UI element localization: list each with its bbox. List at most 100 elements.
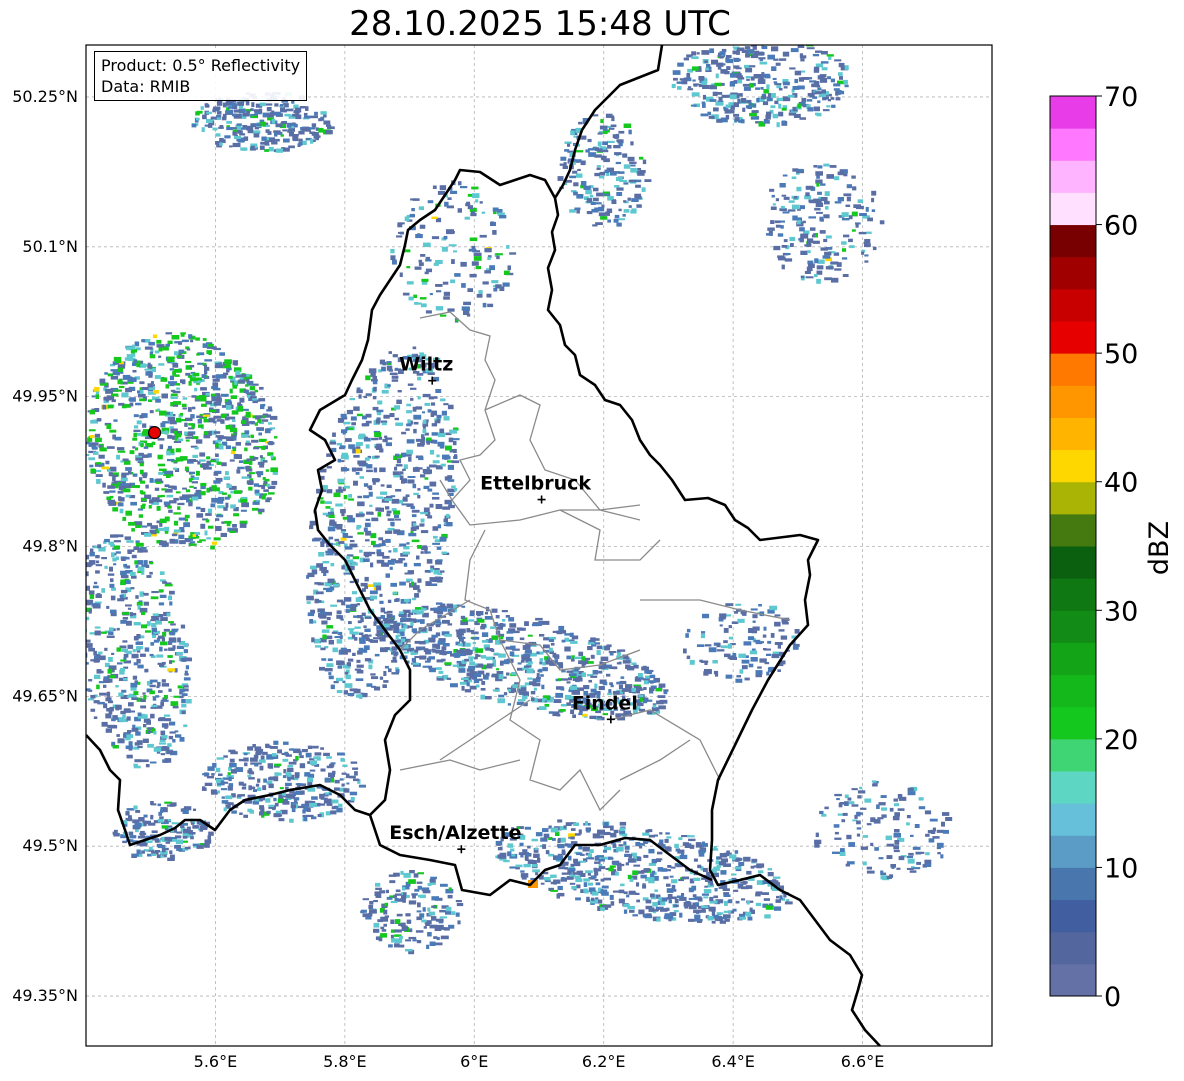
echo-cell bbox=[205, 513, 212, 516]
echo-cell bbox=[777, 643, 781, 649]
echo-cell bbox=[625, 850, 630, 853]
echo-cell bbox=[567, 143, 571, 147]
echo-cell bbox=[569, 882, 576, 885]
echo-cell bbox=[287, 777, 291, 782]
echo-cell bbox=[461, 685, 465, 691]
echo-cell bbox=[107, 404, 114, 409]
echo-cell bbox=[173, 369, 182, 373]
echo-cell bbox=[226, 369, 230, 373]
echo-cell bbox=[220, 532, 227, 537]
echo-cell bbox=[247, 746, 254, 751]
echo-cell bbox=[472, 642, 476, 645]
echo-cell bbox=[353, 615, 358, 618]
echo-cell bbox=[316, 563, 323, 568]
echo-cell bbox=[356, 669, 364, 674]
echo-cell bbox=[569, 632, 574, 637]
echo-cell bbox=[709, 896, 714, 902]
echo-cell bbox=[593, 187, 599, 192]
echo-cell bbox=[142, 431, 150, 436]
echo-cell bbox=[623, 200, 627, 203]
echo-cell bbox=[476, 294, 483, 298]
echo-cell bbox=[329, 441, 337, 445]
echo-cell bbox=[742, 612, 747, 616]
echo-cell bbox=[173, 695, 180, 698]
echo-cell bbox=[771, 194, 775, 198]
echo-cell bbox=[379, 676, 384, 680]
echo-cell bbox=[542, 828, 549, 833]
echo-cell bbox=[570, 685, 578, 690]
echo-cell bbox=[582, 846, 590, 852]
echo-cell bbox=[576, 173, 583, 178]
echo-cell bbox=[654, 889, 658, 892]
echo-cell bbox=[712, 660, 718, 664]
echo-cell bbox=[172, 363, 179, 368]
echo-cell bbox=[331, 806, 337, 810]
echo-cell bbox=[239, 812, 243, 815]
echo-cell bbox=[683, 57, 689, 61]
echo-cell bbox=[761, 892, 769, 895]
echo-cell bbox=[763, 89, 769, 94]
echo-cell bbox=[111, 652, 115, 655]
echo-cell bbox=[846, 196, 851, 202]
echo-cell bbox=[405, 428, 410, 431]
echo-cell bbox=[723, 628, 729, 633]
echo-cell bbox=[578, 873, 585, 876]
echo-cell bbox=[203, 418, 209, 423]
echo-cell bbox=[777, 255, 785, 259]
echo-cell bbox=[365, 375, 371, 381]
echo-cell bbox=[711, 921, 716, 924]
echo-cell bbox=[201, 374, 207, 379]
echo-cell bbox=[116, 534, 124, 538]
echo-cell bbox=[215, 374, 224, 379]
radar-map[interactable]: 5.6°E 5.8°E 6°E 6.2°E 6.4°E 6.6°E50.25°N50.1°… bbox=[0, 0, 1184, 1081]
echo-cell bbox=[428, 627, 433, 632]
echo-cell bbox=[590, 857, 595, 860]
echo-cell bbox=[395, 598, 400, 602]
echo-cell bbox=[306, 595, 314, 601]
echo-cell bbox=[429, 464, 437, 468]
echo-cell bbox=[90, 548, 94, 553]
echo-cell bbox=[250, 434, 254, 439]
echo-cell bbox=[714, 888, 718, 892]
echo-cell bbox=[713, 846, 717, 850]
echo-cell bbox=[538, 668, 543, 673]
echo-cell bbox=[482, 281, 489, 285]
echo-cell bbox=[254, 123, 261, 126]
echo-cell bbox=[110, 375, 119, 380]
echo-cell bbox=[169, 721, 176, 726]
echo-cell bbox=[663, 876, 669, 880]
echo-cell bbox=[377, 632, 383, 637]
echo-cell bbox=[248, 481, 253, 485]
echo-cell bbox=[261, 403, 266, 407]
echo-cell bbox=[412, 467, 420, 472]
echo-cell bbox=[128, 470, 132, 475]
echo-cell bbox=[201, 127, 205, 132]
echo-cell bbox=[328, 640, 334, 645]
echo-cell bbox=[543, 644, 550, 649]
echo-cell bbox=[679, 78, 688, 81]
echo-cell bbox=[340, 509, 346, 514]
echo-cell bbox=[354, 771, 358, 776]
echo-cell bbox=[420, 551, 424, 554]
echo-cell bbox=[433, 439, 438, 444]
echo-cell bbox=[127, 644, 134, 649]
echo-cell bbox=[95, 391, 100, 395]
echo-cell bbox=[216, 435, 224, 438]
echo-cell bbox=[835, 97, 841, 101]
echo-cell bbox=[140, 705, 147, 709]
echo-cell bbox=[746, 870, 752, 875]
echo-cell bbox=[309, 525, 314, 530]
echo-cell bbox=[331, 778, 335, 783]
echo-cell bbox=[652, 704, 657, 708]
echo-cell bbox=[162, 581, 167, 584]
echo-cell bbox=[260, 121, 266, 127]
echo-cell bbox=[400, 471, 404, 475]
echo-cell bbox=[642, 832, 650, 836]
echo-cell bbox=[309, 565, 317, 570]
echo-cell bbox=[721, 94, 730, 98]
echo-cell bbox=[716, 856, 722, 860]
echo-cell bbox=[377, 400, 383, 405]
echo-cell bbox=[561, 850, 566, 856]
echo-cell bbox=[356, 527, 360, 530]
echo-cell bbox=[750, 608, 758, 611]
